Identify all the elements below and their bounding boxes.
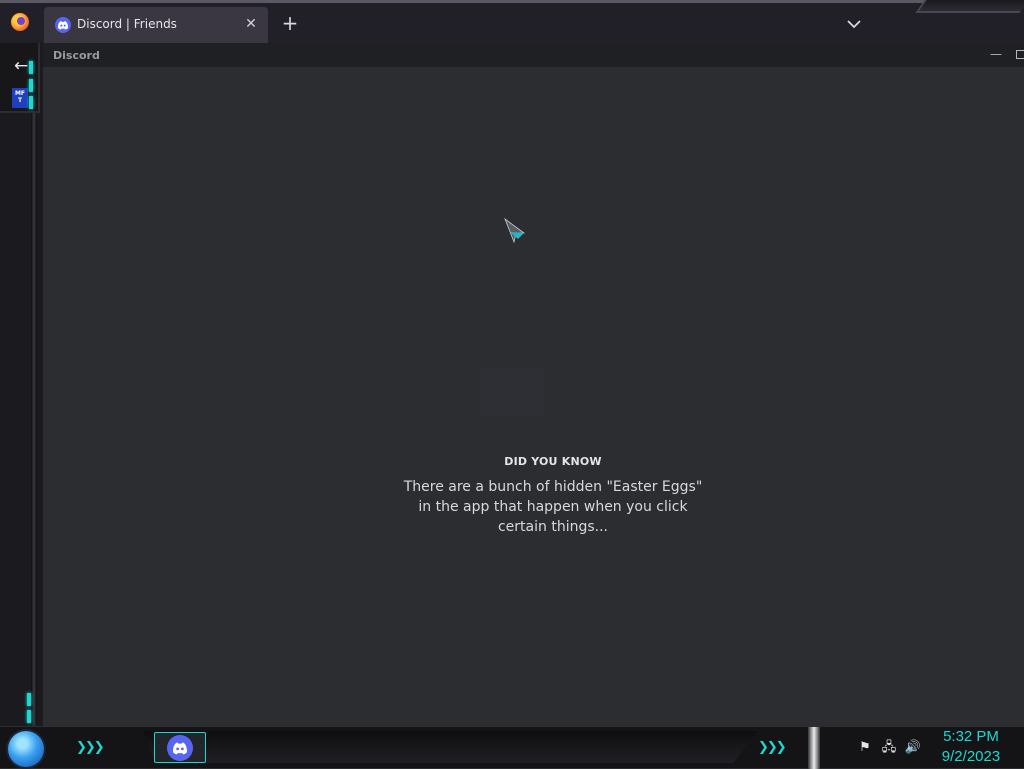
tab-title: Discord | Friends [77,17,177,31]
cyan-accent-bar [29,61,33,74]
tab-close-icon[interactable]: ✕ [242,15,260,33]
cyan-accent-bar [27,693,31,706]
app-titlebar: Discord — [43,43,1024,67]
tab-discord-friends[interactable]: Discord | Friends ✕ [44,7,268,43]
frame-rail [31,113,37,727]
firefox-menu-icon[interactable] [11,13,29,31]
tip-heading: DID YOU KNOW [504,455,602,468]
app-name: Discord [53,49,100,62]
network-icon[interactable]: 🖧 [880,739,898,757]
tip-text: There are a bunch of hidden "Easter Eggs… [403,479,703,535]
loading-screen: DID YOU KNOW There are a bunch of hidden… [43,67,1024,729]
start-button[interactable] [8,731,44,767]
new-tab-button[interactable]: + [279,12,301,34]
frame-decoration [915,0,1024,13]
show-desktop-button[interactable] [808,727,820,769]
volume-icon[interactable]: 🔊 [904,739,922,757]
extension-badge-icon[interactable]: MF T [12,88,28,108]
cyan-accent-bar [29,79,33,92]
taskbar-apps-strip [143,731,758,763]
chevron-down-icon [847,20,861,29]
action-center-flag-icon[interactable]: ⚑ [856,739,874,757]
cyan-accent-bar [29,96,33,109]
chevron-decoration-icon: ❯❯❯ [758,740,787,755]
taskbar: ❯❯❯ ❯❯❯ ⚑ 🖧 🔊 5:32 PM 9/2/2023 [0,726,1024,769]
clock-time[interactable]: 5:32 PM [938,728,1004,745]
list-all-tabs-button[interactable] [843,13,865,35]
chevron-decoration-icon: ❯❯❯ [76,740,105,755]
minimize-button[interactable]: — [989,47,1003,63]
discord-app-icon [167,735,193,761]
taskbar-discord-button[interactable] [154,732,206,763]
cyan-accent-bar [27,710,31,723]
left-frame: ← MF T [0,43,43,729]
loading-spinner [480,367,544,417]
mouse-cursor-icon [504,218,526,244]
discord-favicon-icon [55,17,71,33]
clock-date[interactable]: 9/2/2023 [934,748,1008,765]
maximize-button[interactable] [1016,50,1024,59]
browser-tab-strip: Discord | Friends ✕ + [0,0,1024,43]
